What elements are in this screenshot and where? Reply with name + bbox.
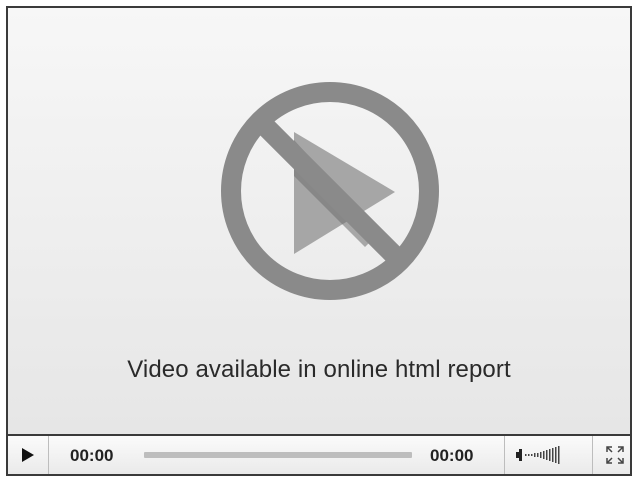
play-icon <box>22 448 34 462</box>
fullscreen-icon[interactable] <box>606 446 624 464</box>
current-time: 00:00 <box>70 446 114 465</box>
divider <box>592 436 593 474</box>
no-video-icon <box>221 82 439 300</box>
divider <box>504 436 505 474</box>
video-viewport[interactable]: Video available in online html report <box>8 8 630 434</box>
video-unavailable-message: Video available in online html report <box>127 356 511 383</box>
volume-icon[interactable] <box>516 446 580 464</box>
total-time: 00:00 <box>430 446 474 465</box>
seek-bar[interactable] <box>144 452 412 458</box>
video-player: Video available in online html report 00… <box>6 6 632 476</box>
control-bar: 00:00 00:00 <box>8 434 630 474</box>
play-button[interactable] <box>8 436 49 474</box>
